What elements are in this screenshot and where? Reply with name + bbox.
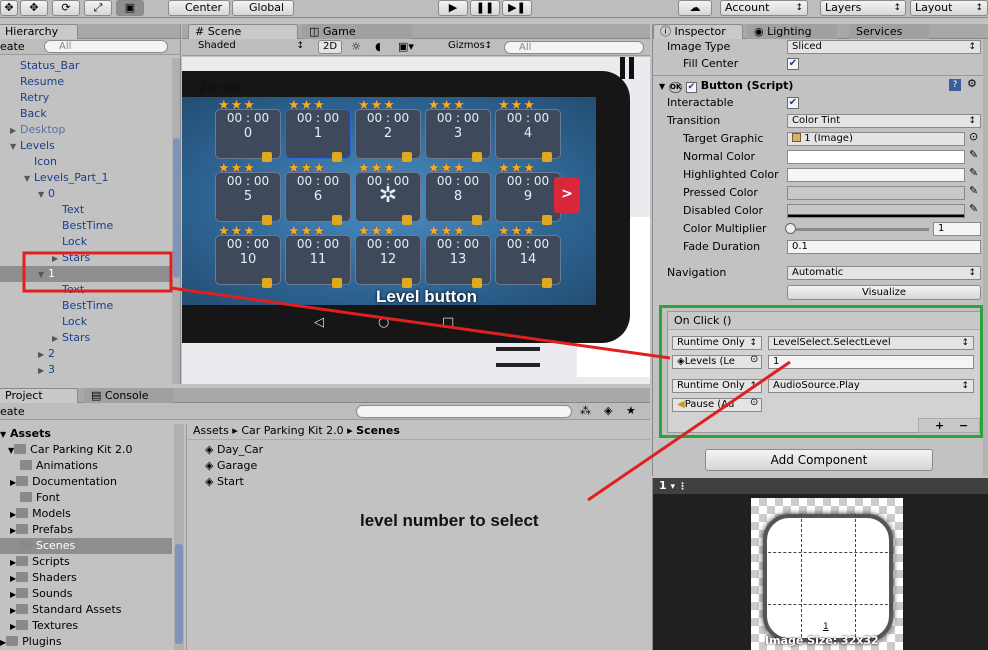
annotation-overlay xyxy=(22,251,791,502)
selected-item-highlight-box xyxy=(22,251,173,293)
arrow-line-to-number xyxy=(587,360,791,502)
level-button-annotation: Level button xyxy=(376,287,478,306)
level-number-annotation: level number to select xyxy=(360,511,539,530)
